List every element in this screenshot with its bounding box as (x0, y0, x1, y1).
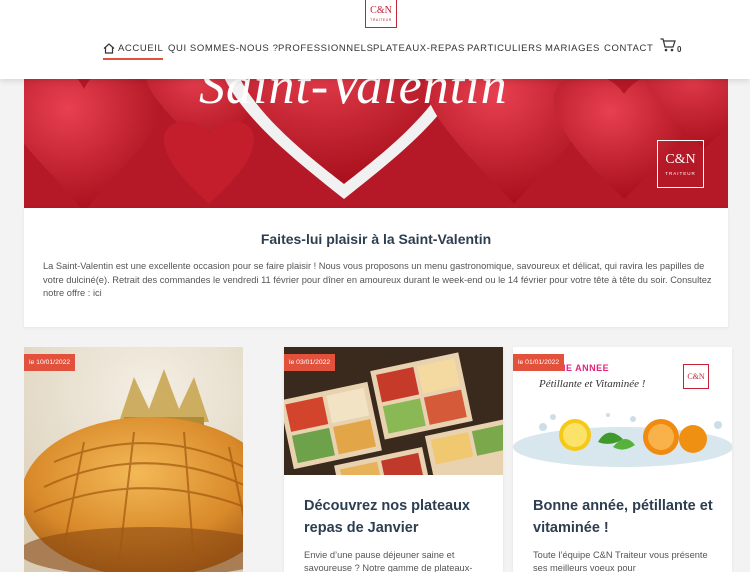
nav-particuliers[interactable]: PARTICULIERS (467, 40, 542, 56)
article-card-galette[interactable]: le 10/01/2022 (24, 347, 243, 572)
cart-count: 0 (677, 45, 682, 54)
featured-article: Faites-lui plaisir à la Saint-Valentin L… (24, 208, 728, 327)
card-title[interactable]: Découvrez nos plateaux repas de Janvier (304, 495, 489, 539)
article-card-plateaux[interactable]: le 03/01/2022 Découvrez nos plateaux rep… (284, 347, 503, 572)
galette-image[interactable]: le 10/01/2022 (24, 347, 243, 572)
card-date-badge: le 10/01/2022 (24, 354, 76, 371)
hero-logo-sub: TRAITEUR (665, 170, 696, 176)
bonne-annee-image[interactable]: NE ANNEE Pétillante et Vitaminée ! C&N l… (513, 347, 732, 475)
cart-icon (660, 38, 676, 52)
hero-title: Saint-Valentin (199, 79, 508, 115)
featured-article-title[interactable]: Faites-lui plaisir à la Saint-Valentin (24, 231, 728, 247)
hero-logo-main: C&N (665, 151, 696, 167)
nav-mariages[interactable]: MARIAGES (545, 40, 600, 56)
home-icon (103, 42, 115, 54)
nav-accueil-label: ACCUEIL (118, 42, 164, 54)
image-caption-title: NE ANNEE (559, 363, 610, 373)
plateaux-image[interactable]: le 03/01/2022 (284, 347, 503, 475)
card-text: Toute l’équipe C&N Traiteur vous présent… (533, 550, 708, 572)
logo-sub: TRAITEUR (370, 17, 392, 22)
card-text: Envie d’une pause déjeuner saine et savo… (304, 550, 473, 572)
logo-main: C&N (370, 4, 392, 16)
galette-picture (24, 347, 243, 572)
featured-article-text: La Saint-Valentin est une excellente occ… (43, 261, 712, 298)
card-date-badge: le 03/01/2022 (284, 354, 336, 371)
card-date-badge: le 01/01/2022 (513, 354, 565, 371)
article-card-bonne-annee[interactable]: NE ANNEE Pétillante et Vitaminée ! C&N l… (513, 347, 732, 572)
site-header: C&N TRAITEUR ACCUEIL QUI SOMMES-NOUS ? P… (0, 0, 750, 79)
hero-logo: C&N TRAITEUR (657, 140, 704, 188)
nav-qui-sommes-nous[interactable]: QUI SOMMES-NOUS ? (168, 40, 279, 56)
hero-banner[interactable]: Saint-Valentin C&N TRAITEUR (24, 79, 728, 208)
image-logo: C&N (683, 364, 709, 389)
card-title[interactable]: Bonne année, pétillante et vitaminée ! (533, 495, 718, 539)
nav-contact[interactable]: CONTACT (604, 40, 653, 56)
nav-professionnels[interactable]: PROFESSIONNELS (278, 40, 374, 56)
nav-accueil[interactable]: ACCUEIL (103, 40, 164, 60)
site-logo[interactable]: C&N TRAITEUR (365, 0, 397, 28)
main-nav: ACCUEIL QUI SOMMES-NOUS ? PROFESSIONNELS… (0, 40, 750, 60)
cart-button[interactable]: 0 (660, 38, 682, 54)
image-caption-subtitle: Pétillante et Vitaminée ! (539, 378, 646, 390)
nav-plateaux-repas[interactable]: PLATEAUX-REPAS (373, 40, 465, 56)
